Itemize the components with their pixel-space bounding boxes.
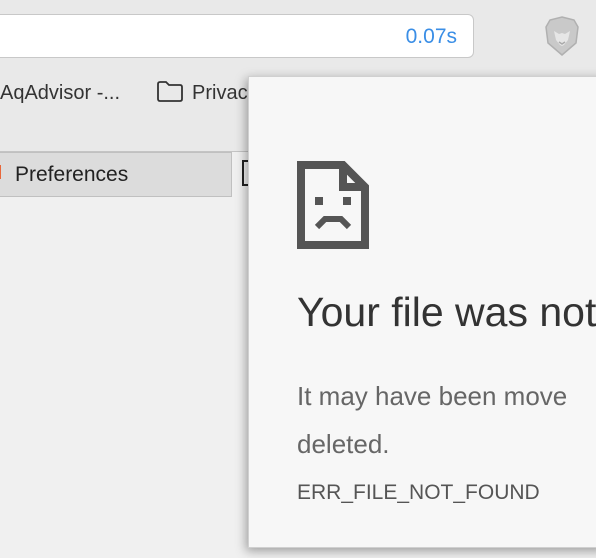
error-preview-popup: Your file was not It may have been move …: [248, 76, 596, 548]
tab-preferences[interactable]: Preferences: [0, 152, 232, 197]
tab-label: Preferences: [15, 163, 129, 186]
folder-icon: [157, 81, 183, 102]
error-description: It may have been move: [297, 381, 568, 411]
brave-lion-icon[interactable]: [544, 15, 580, 57]
error-title: Your file was not: [297, 289, 596, 335]
sad-document-icon: [297, 161, 369, 249]
preferences-favicon: [0, 165, 1, 179]
error-description-continued: deleted.: [297, 429, 390, 459]
load-time: 0.07s: [405, 25, 457, 48]
bookmark-aqadvisor[interactable]: AqAdvisor -...: [0, 82, 120, 105]
error-code: ERR_FILE_NOT_FOUND: [297, 481, 540, 504]
address-bar[interactable]: 0.07s: [0, 14, 474, 58]
browser-toolbar: 0.07s: [0, 0, 596, 70]
bookmark-privacy-folder[interactable]: Privac: [192, 82, 248, 105]
